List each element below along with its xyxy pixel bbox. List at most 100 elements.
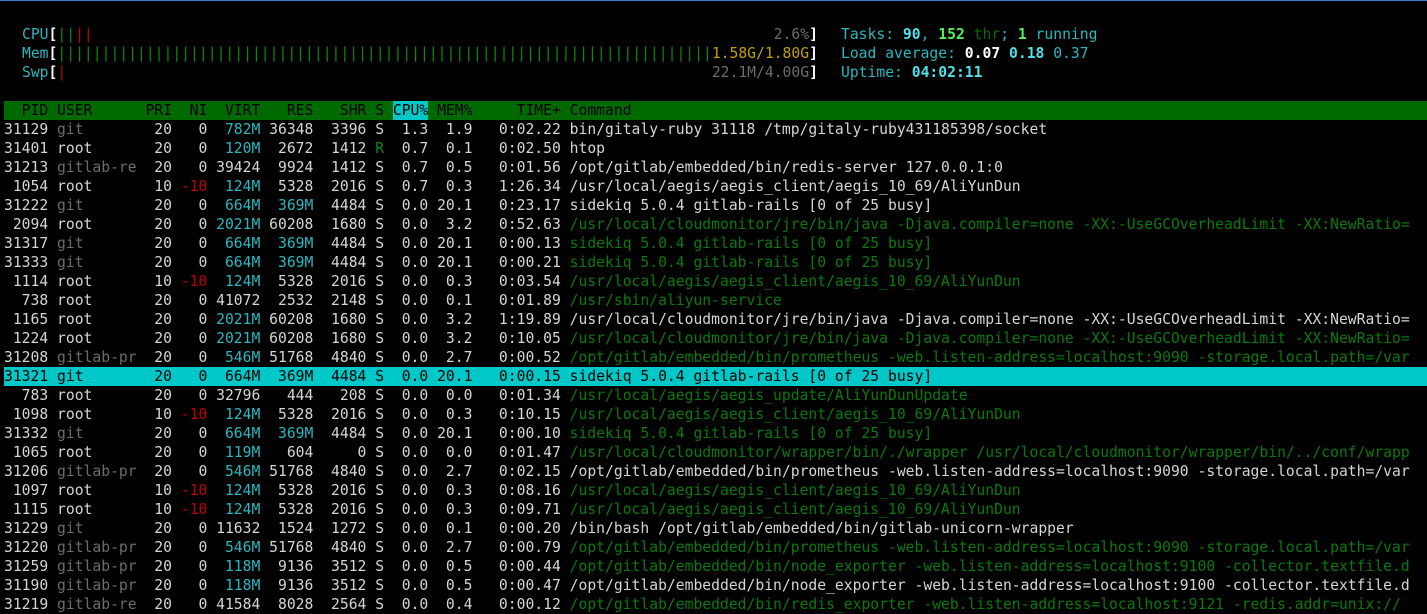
process-user: git [57,121,84,138]
process-user: gitlab-pr [57,558,137,575]
process-res: 604 [286,444,314,461]
process-cpu: 0.0 [401,349,429,366]
process-ni: 0 [198,387,208,404]
column-header-mem[interactable]: MEM% [437,101,472,120]
process-mem: 2.7 [445,463,473,480]
process-user: git [57,235,84,252]
process-pri: 20 [154,425,172,442]
process-virt: 124M [224,406,261,423]
process-user: gitlab-pr [57,463,137,480]
process-user: git [57,425,84,442]
process-pid: 31213 [4,159,49,176]
process-row[interactable]: 1065 root 20 0 119M 604 0 S 0.0 0.0 0:01.47/usr/lo… [4,443,1427,462]
process-pid: 1224 [12,330,49,347]
process-cmd: /opt/gitlab/embedded/bin/redis-server 12… [569,159,1003,176]
process-time: 0:00.10 [498,425,561,442]
process-row[interactable]: 1054 root 10 -10 124M 5328 2016 S 0.7 0.3 1:26.34 /… [4,177,1427,196]
process-row[interactable]: 1224 root 20 0 2021M 60208 1680 S 0.0 3.2 0:10.05 /… [4,329,1427,348]
process-cmd: /usr/local/cloudmonitor/jre/bin/java -Dj… [569,311,1410,328]
process-cpu: 0.0 [401,558,429,575]
column-header-virt[interactable]: VIRT [216,101,260,120]
process-ni: 0 [198,425,208,442]
process-pri: 10 [154,406,172,423]
process-row[interactable]: 31222 git 20 0 664M 369M 4484 S 0.0 20.1 0:23.17 si… [4,196,1427,215]
process-row[interactable]: 31259 gitlab-pr 20 0 118M 9136 3512 S 0.0 0.5 0:00… [4,557,1427,576]
process-virt: 546M [224,539,261,556]
process-user: gitlab-pr [57,349,137,366]
process-row[interactable]: 31317 git 20 0 664M 369M 4484 S 0.0 20.1 0:00.13 si… [4,234,1427,253]
process-ni: 0 [198,596,208,613]
process-row[interactable]: 31401 root 20 0 120M 2672 1412 R 0.7 0.1 0:02.50 ht… [4,139,1427,158]
process-mem: 0.1 [445,520,473,537]
process-row[interactable]: 2094 root 20 0 2021M 60208 1680 S 0.0 3.2 0:52.63 /… [4,215,1427,234]
process-mem: 1.9 [445,121,473,138]
process-row[interactable]: 31213 gitlab-re 20 0 39424 9924 1412 S 0.7 0.5 0:0… [4,158,1427,177]
column-header-pid[interactable]: PID [4,101,49,120]
process-virt: 664M [224,235,261,252]
process-cpu: 0.0 [401,311,429,328]
process-shr: 2016 [331,406,367,423]
process-shr: 1412 [331,159,367,176]
meter-bar: | [57,64,67,81]
process-cmd: bin/gitaly-ruby 31118 /tmp/gitaly-ruby43… [569,121,1048,138]
process-row[interactable]: 31129 git 20 0 782M 36348 3396 S 1.3 1.9 0:02.22 bi… [4,120,1427,139]
column-header-pri[interactable]: PRI [145,101,172,120]
uptime: Uptime: 04:02:11 [841,63,983,82]
process-pid: 31333 [4,254,49,271]
process-pid: 31129 [4,121,49,138]
column-header-res[interactable]: RES [269,101,314,120]
column-header-cmd[interactable]: Command [570,101,632,120]
process-pid: 1054 [12,178,49,195]
column-header-cpu[interactable]: CPU% [392,101,428,120]
column-header-s[interactable]: S [375,101,384,120]
process-row[interactable]: 1165 root 20 0 2021M 60208 1680 S 0.0 3.2 1:19.89 /… [4,310,1427,329]
process-time: 0:00.44 [498,558,561,575]
process-mem: 20.1 [437,368,473,385]
process-pid: 738 [21,292,49,309]
process-row[interactable]: 738 root 20 0 41072 2532 2148 S 0.0 0.1 0:01.89/us… [4,291,1427,310]
process-pri: 20 [154,311,172,328]
process-cpu: 0.0 [401,330,429,347]
process-user: git [57,520,84,537]
process-cmd: /usr/local/aegis/aegis_client/aegis_10_6… [569,501,1021,518]
process-row[interactable]: 31321 git 20 0 664M 369M 4484 S 0.0 20.1 0:00.15 si… [4,367,1427,386]
process-s: S [375,311,385,328]
process-s: S [375,463,385,480]
process-ni: 0 [198,463,208,480]
process-time: 0:00.15 [498,368,561,385]
process-user: root [57,178,93,195]
column-header-ni[interactable]: NI [181,101,208,120]
process-row[interactable]: 31332 git 20 0 664M 369M 4484 S 0.0 20.1 0:00.10 si… [4,424,1427,443]
process-shr: 2016 [331,273,367,290]
process-ni: 0 [198,235,208,252]
process-row[interactable]: 31333 git 20 0 664M 369M 4484 S 0.0 20.1 0:00.21 si… [4,253,1427,272]
process-row[interactable]: 783 root 20 0 32796 444 208 S 0.0 0.0 0:01.34/usr/… [4,386,1427,405]
bracket-close-icon: ] [809,45,818,62]
process-row[interactable]: 1097 root 10 -10 124M 5328 2016 S 0.0 0.3 0:08.16 /… [4,481,1427,500]
process-row[interactable]: 1115 root 10 -10 124M 5328 2016 S 0.0 0.3 0:09.71 /… [4,500,1427,519]
process-cmd: /opt/gitlab/embedded/bin/redis_exporter … [569,596,1401,613]
process-row[interactable]: 31190 gitlab-pr 20 0 118M 9136 3512 S 0.0 0.5 0:00… [4,576,1427,595]
process-row[interactable]: 1114 root 10 -10 124M 5328 2016 S 0.0 0.3 0:03.54 /… [4,272,1427,291]
process-s: S [375,406,385,423]
process-list[interactable]: 31129 git 20 0 782M 36348 3396 S 1.3 1.9 0:02.22 bi… [4,120,1427,614]
process-user: gitlab-re [57,159,137,176]
process-row[interactable]: 1098 root 10 -10 124M 5328 2016 S 0.0 0.3 0:10.15 /… [4,405,1427,424]
process-virt: 664M [224,425,261,442]
process-row[interactable]: 31229 git 20 0 11632 1524 1272 S 0.0 0.1 0:00.20/b… [4,519,1427,538]
process-time: 0:02.50 [498,140,561,157]
process-s: S [375,596,385,613]
process-row[interactable]: 31220 gitlab-pr 20 0 546M 51768 4840 S 0.0 2.7 0:0… [4,538,1427,557]
column-header-time[interactable]: TIME+ [481,101,561,120]
process-virt: 2021M [216,330,261,347]
process-cpu: 0.0 [401,387,429,404]
column-header-shr[interactable]: SHR [322,101,367,120]
column-header-user[interactable]: USER [57,101,137,120]
process-row[interactable]: 31206 gitlab-pr 20 0 546M 51768 4840 S 0.0 2.7 0:0… [4,462,1427,481]
process-virt: 664M [224,254,261,271]
bracket-close-icon: ] [809,26,818,43]
process-row[interactable]: 31219 gitlab-re 20 0 41584 8028 2564 S 0.0 0.4 0:0… [4,595,1427,614]
process-res: 8028 [277,596,314,613]
process-row[interactable]: 31208 gitlab-pr 20 0 546M 51768 4840 S 0.0 2.7 0:0… [4,348,1427,367]
process-cpu: 0.0 [401,501,429,518]
